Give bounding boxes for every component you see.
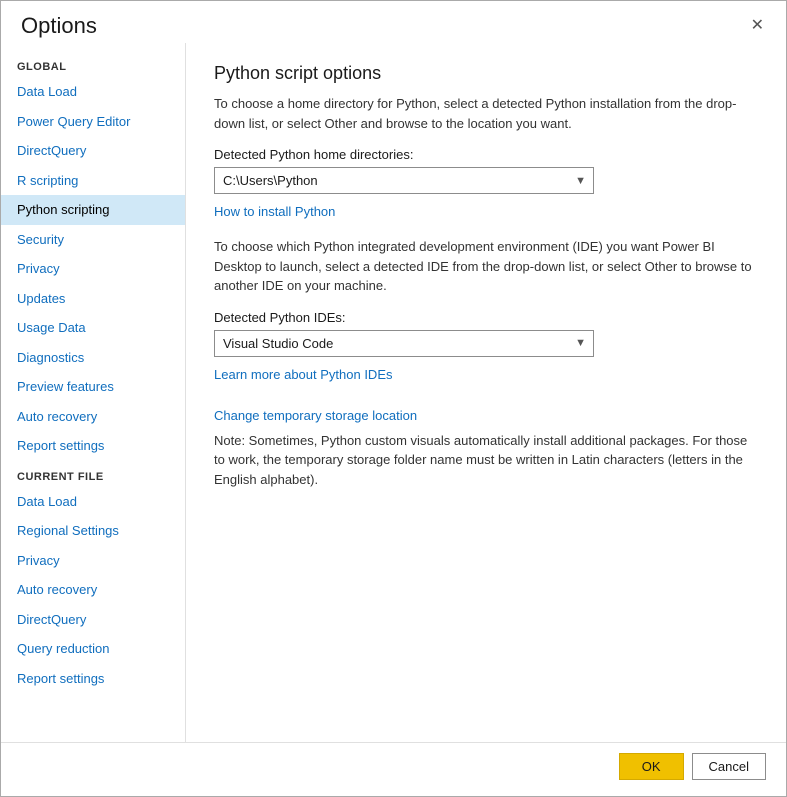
storage-note: Note: Sometimes, Python custom visuals a…	[214, 431, 758, 490]
sidebar-item-auto-recovery[interactable]: Auto recovery	[1, 402, 185, 432]
home-dir-label: Detected Python home directories:	[214, 147, 758, 162]
dialog-title: Options	[21, 13, 97, 39]
titlebar: Options ✕	[1, 1, 786, 43]
dialog-body: GLOBAL Data Load Power Query Editor Dire…	[1, 43, 786, 742]
ide-description: To choose which Python integrated develo…	[214, 237, 758, 296]
sidebar-item-data-load[interactable]: Data Load	[1, 77, 185, 107]
sidebar-item-python-scripting[interactable]: Python scripting	[1, 195, 185, 225]
ide-dropdown[interactable]: Visual Studio Code Other	[214, 330, 594, 357]
sidebar-item-cf-report-settings[interactable]: Report settings	[1, 664, 185, 694]
home-dir-description: To choose a home directory for Python, s…	[214, 94, 758, 133]
sidebar-item-diagnostics[interactable]: Diagnostics	[1, 343, 185, 373]
close-button[interactable]: ✕	[745, 16, 770, 36]
sidebar-item-cf-regional-settings[interactable]: Regional Settings	[1, 516, 185, 546]
sidebar-item-updates[interactable]: Updates	[1, 284, 185, 314]
sidebar-item-report-settings[interactable]: Report settings	[1, 431, 185, 461]
ok-button[interactable]: OK	[619, 753, 684, 780]
sidebar-item-cf-query-reduction[interactable]: Query reduction	[1, 634, 185, 664]
sidebar-item-cf-auto-recovery[interactable]: Auto recovery	[1, 575, 185, 605]
content-title: Python script options	[214, 63, 758, 84]
change-storage-link[interactable]: Change temporary storage location	[214, 408, 417, 423]
learn-more-ide-link[interactable]: Learn more about Python IDEs	[214, 367, 393, 382]
sidebar-item-preview-features[interactable]: Preview features	[1, 372, 185, 402]
home-dir-dropdown-wrapper: C:\Users\Python Other ▼	[214, 167, 594, 194]
options-dialog: Options ✕ GLOBAL Data Load Power Query E…	[0, 0, 787, 797]
main-content: Python script options To choose a home d…	[186, 43, 786, 742]
sidebar-item-usage-data[interactable]: Usage Data	[1, 313, 185, 343]
sidebar-item-security[interactable]: Security	[1, 225, 185, 255]
sidebar-item-r-scripting[interactable]: R scripting	[1, 166, 185, 196]
global-section-label: GLOBAL	[1, 51, 185, 77]
ide-dropdown-wrapper: Visual Studio Code Other ▼	[214, 330, 594, 357]
cancel-button[interactable]: Cancel	[692, 753, 766, 780]
current-file-section-label: CURRENT FILE	[1, 461, 185, 487]
sidebar: GLOBAL Data Load Power Query Editor Dire…	[1, 43, 186, 742]
ide-label: Detected Python IDEs:	[214, 310, 758, 325]
install-python-link[interactable]: How to install Python	[214, 204, 335, 219]
home-dir-dropdown[interactable]: C:\Users\Python Other	[214, 167, 594, 194]
sidebar-item-cf-directquery[interactable]: DirectQuery	[1, 605, 185, 635]
dialog-footer: OK Cancel	[1, 742, 786, 796]
sidebar-item-power-query-editor[interactable]: Power Query Editor	[1, 107, 185, 137]
sidebar-item-cf-privacy[interactable]: Privacy	[1, 546, 185, 576]
sidebar-item-directquery[interactable]: DirectQuery	[1, 136, 185, 166]
sidebar-item-cf-data-load[interactable]: Data Load	[1, 487, 185, 517]
sidebar-item-privacy[interactable]: Privacy	[1, 254, 185, 284]
